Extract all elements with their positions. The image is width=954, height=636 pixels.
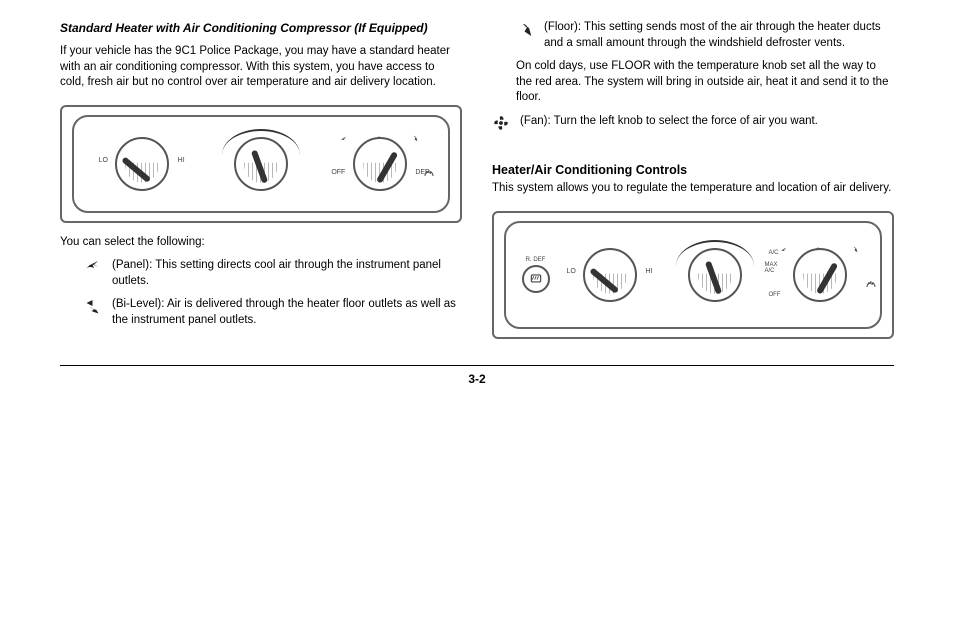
lo-label: LO: [99, 157, 108, 164]
mode-knob-2[interactable]: A/C MAX A/C OFF: [775, 248, 865, 302]
rear-defrost-icon: [522, 265, 550, 293]
heater-ac-intro: This system allows you to regulate the t…: [492, 181, 894, 197]
hi-label-2: HI: [646, 268, 653, 275]
panel-item: (Panel): This setting directs cool air t…: [112, 258, 462, 289]
fan-knob-2[interactable]: LO HI: [565, 248, 655, 302]
floor-vent-icon: [410, 133, 421, 144]
max-ac-label: MAX A/C: [765, 262, 778, 274]
select-following: You can select the following:: [60, 235, 462, 251]
defrost-icon: [423, 167, 435, 182]
floor-item: (Floor): This setting sends most of the …: [544, 20, 894, 51]
heater-panel-1: LO HI OFF DEF: [60, 105, 462, 223]
ac-note: On cold days, use FLOOR with the tempera…: [492, 59, 894, 106]
panel-vent-icon: [339, 133, 350, 144]
hi-label: HI: [178, 157, 185, 164]
floor-vent-icon: [516, 20, 536, 51]
heater-panel-2: R. DEF LO HI: [492, 211, 894, 339]
page-number: 3-2: [0, 372, 954, 386]
rear-defrost-button[interactable]: R. DEF: [522, 257, 550, 293]
standard-heater-intro: If your vehicle has the 9C1 Police Packa…: [60, 44, 462, 91]
rdef-label: R. DEF: [526, 257, 546, 263]
fan-icon: [492, 114, 514, 138]
bi-level-icon: [84, 297, 104, 328]
panel-vent-icon: [84, 258, 104, 289]
mode-knob[interactable]: OFF DEF: [335, 137, 425, 191]
off-label-2: OFF: [769, 292, 781, 298]
fan-knob[interactable]: LO HI: [97, 137, 187, 191]
off-label: OFF: [331, 169, 345, 176]
standard-heater-heading: Standard Heater with Air Conditioning Co…: [60, 20, 462, 36]
bi-level-item: (Bi-Level): Air is delivered through the…: [112, 297, 462, 328]
defrost-icon: [865, 278, 877, 293]
floor-vent-icon: [850, 244, 861, 255]
heater-ac-heading: Heater/Air Conditioning Controls: [492, 163, 894, 177]
temp-knob[interactable]: [216, 137, 306, 191]
fan-heading: (Fan): Turn the left knob to select the …: [520, 114, 818, 130]
ac-label: A/C: [769, 250, 779, 256]
panel-vent-icon: [779, 244, 790, 255]
temp-knob-2[interactable]: [670, 248, 760, 302]
footer-rule: [60, 365, 894, 366]
lo-label-2: LO: [567, 268, 576, 275]
